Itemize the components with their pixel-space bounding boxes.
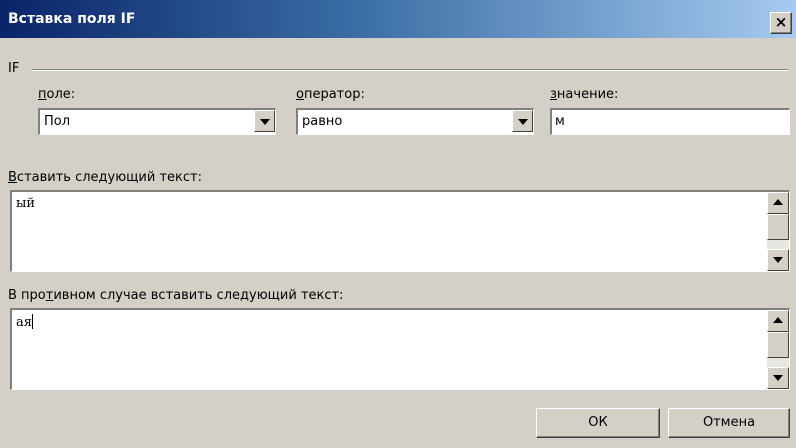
insert-if-field-dialog: Вставка поля IF × IF поле: Пол оператор:… — [0, 0, 796, 448]
ok-button[interactable]: ОК — [536, 408, 660, 438]
chevron-down-icon — [260, 119, 270, 125]
scroll-down-button[interactable] — [767, 367, 789, 389]
scroll-down-button[interactable] — [767, 249, 789, 271]
insert-text-value: ый — [16, 196, 36, 211]
field-select-dropdown-button[interactable] — [254, 110, 275, 132]
dialog-title: Вставка поля IF — [8, 11, 136, 27]
arrow-down-icon — [773, 375, 783, 381]
else-text-value: ая — [16, 314, 33, 330]
compare-value-label: значение: — [550, 87, 619, 102]
operator-select-dropdown-button[interactable] — [512, 110, 533, 132]
operator-select-value: равно — [302, 114, 343, 129]
field-select[interactable]: Пол — [38, 108, 276, 135]
title-bar[interactable]: Вставка поля IF × — [0, 0, 796, 38]
arrow-down-icon — [773, 257, 783, 263]
text-caret — [31, 314, 33, 329]
if-group-label: IF — [8, 61, 26, 76]
compare-value-input[interactable]: м — [550, 108, 790, 135]
scroll-up-button[interactable] — [767, 310, 789, 332]
scroll-thumb[interactable] — [767, 214, 789, 240]
arrow-up-icon — [773, 199, 783, 205]
else-text-area[interactable]: ая — [10, 308, 790, 390]
operator-label: оператор: — [296, 87, 365, 102]
else-text-scrollbar[interactable] — [767, 310, 789, 389]
else-text-label: В противном случае вставить следующий те… — [8, 288, 344, 303]
arrow-up-icon — [773, 317, 783, 323]
close-button[interactable]: × — [770, 12, 792, 34]
insert-text-area[interactable]: ый — [10, 190, 790, 272]
insert-text-scrollbar[interactable] — [767, 192, 789, 271]
insert-text-label: Вставить следующий текст: — [8, 170, 202, 185]
group-divider — [32, 69, 788, 71]
chevron-down-icon — [518, 119, 528, 125]
cancel-button[interactable]: Отмена — [668, 408, 790, 438]
field-label: поле: — [38, 87, 76, 102]
field-select-value: Пол — [44, 114, 71, 129]
compare-value-text: м — [555, 114, 565, 129]
scroll-thumb[interactable] — [767, 332, 789, 358]
scroll-up-button[interactable] — [767, 192, 789, 214]
close-icon: × — [774, 13, 788, 31]
operator-select[interactable]: равно — [296, 108, 534, 135]
